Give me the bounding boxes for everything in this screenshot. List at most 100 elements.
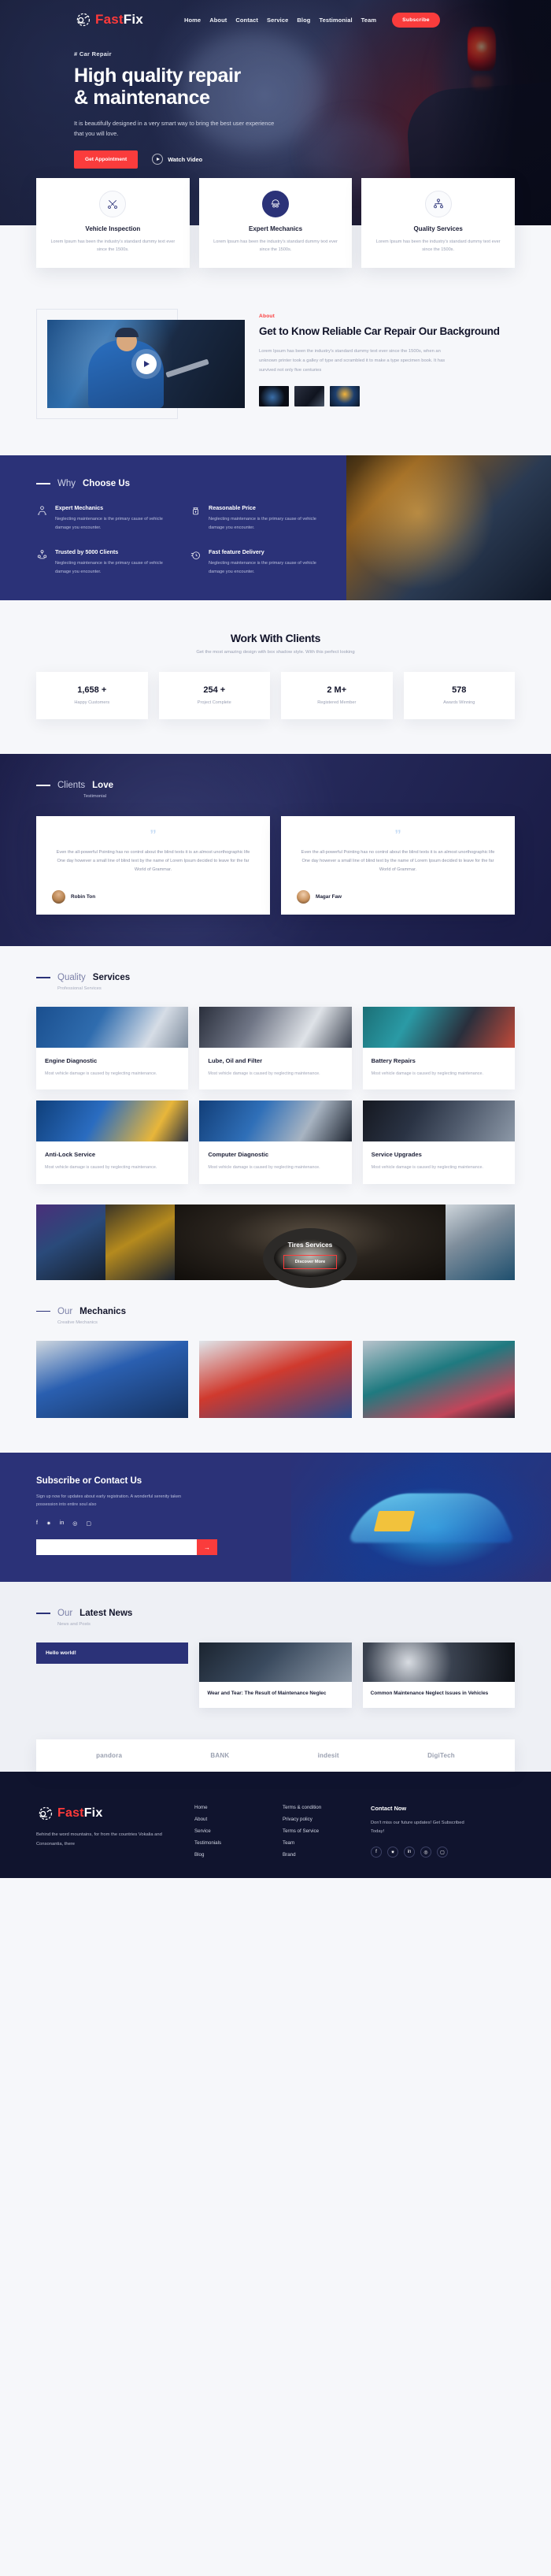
news-image xyxy=(362,1642,515,1683)
footer-link-blog[interactable]: Blog xyxy=(194,1852,262,1858)
feature-title: Expert Mechanics xyxy=(248,225,303,232)
linkedin-icon[interactable]: in xyxy=(404,1847,415,1858)
service-title: Engine Diagnostic xyxy=(45,1057,98,1065)
footer-links-primary: Home About Service Testimonials Blog xyxy=(194,1805,262,1858)
dashboard-accent-decor xyxy=(373,1510,416,1531)
service-image xyxy=(362,1101,515,1142)
footer-link-privacy-policy[interactable]: Privacy policy xyxy=(283,1817,350,1822)
service-card-lube-oil-filter[interactable]: Lube, Oil and Filter Most vehicle damage… xyxy=(199,1007,352,1090)
service-card-engine-diagnostic[interactable]: Engine Diagnostic Most vehicle damage is… xyxy=(36,1007,189,1090)
mechanic-helmet-icon xyxy=(262,191,289,217)
nav-item-service[interactable]: Service xyxy=(267,17,288,24)
play-icon[interactable] xyxy=(135,354,157,375)
service-card-battery-repairs[interactable]: Battery Repairs Most vehicle damage is c… xyxy=(362,1007,515,1090)
hello-world-card[interactable]: Hello world! xyxy=(36,1642,189,1665)
wrench-shape xyxy=(165,358,209,378)
mechanic-photo[interactable] xyxy=(36,1340,189,1418)
facebook-icon[interactable]: f xyxy=(36,1520,38,1527)
service-card-anti-lock-service[interactable]: Anti-Lock Service Most vehicle damage is… xyxy=(36,1101,189,1184)
service-card-service-upgrades[interactable]: Service Upgrades Most vehicle damage is … xyxy=(362,1101,515,1184)
footer-link-team[interactable]: Team xyxy=(283,1840,350,1846)
feature-card-vehicle-inspection[interactable]: Vehicle Inspection Lorem Ipsum has been … xyxy=(36,178,190,269)
hero-title: High quality repair & maintenance xyxy=(74,65,334,109)
label-bold: Choose Us xyxy=(83,479,131,489)
label-dash-icon xyxy=(36,1310,50,1312)
section-label: Quality Services xyxy=(36,973,515,982)
email-field[interactable] xyxy=(36,1539,197,1556)
subscribe-form: → xyxy=(36,1539,217,1556)
section-label: Our Mechanics xyxy=(36,1307,515,1316)
stat-card-awards-winning: 578 Awards Winning xyxy=(403,671,515,719)
discover-more-button[interactable]: Discover More xyxy=(283,1254,338,1269)
news-card-common-maintenance[interactable]: Common Maintenance Neglect Issues in Veh… xyxy=(362,1642,515,1709)
footer-link-about[interactable]: About xyxy=(194,1817,262,1822)
instagram-icon[interactable]: ▢ xyxy=(86,1520,91,1527)
twitter-icon[interactable]: ✷ xyxy=(387,1847,398,1858)
testimonial-card: ” Even the all-powerful Pointing has no … xyxy=(281,815,515,915)
about-video-thumbnail[interactable] xyxy=(47,320,245,409)
nav-item-testimonial[interactable]: Testimonial xyxy=(319,17,352,24)
footer-link-home[interactable]: Home xyxy=(194,1805,262,1810)
nav-item-blog[interactable]: Blog xyxy=(297,17,310,24)
label-light: Why xyxy=(57,479,76,489)
mechanics-section: Our Mechanics Creative Mechanics xyxy=(0,1279,551,1453)
service-card-computer-diagnostic[interactable]: Computer Diagnostic Most vehicle damage … xyxy=(199,1101,352,1184)
footer-link-brand[interactable]: Brand xyxy=(283,1852,350,1858)
news-title: Common Maintenance Neglect Issues in Veh… xyxy=(370,1691,489,1697)
label-bold: Services xyxy=(92,973,131,983)
watch-video-button[interactable]: Watch Video xyxy=(152,154,202,165)
footer-link-terms-condition[interactable]: Terms & condition xyxy=(283,1805,350,1810)
feature-card-quality-services[interactable]: Quality Services Lorem Ipsum has been th… xyxy=(361,178,516,269)
feature-title: Vehicle Inspection xyxy=(85,225,141,232)
service-image xyxy=(199,1007,352,1049)
why-item-fast-delivery: Fast feature Delivery Neglecting mainten… xyxy=(190,548,331,577)
news-card-wear-and-tear[interactable]: Wear and Tear: The Result of Maintenance… xyxy=(199,1642,352,1709)
nav-item-about[interactable]: About xyxy=(209,17,227,24)
brand-logo-bank: BANK xyxy=(210,1752,230,1760)
mechanic-photo[interactable] xyxy=(362,1340,515,1418)
footer-link-testimonials[interactable]: Testimonials xyxy=(194,1840,262,1846)
why-item-desc: Neglecting maintenance is the primary ca… xyxy=(55,517,163,531)
brand-logo-digitech: DigiTech xyxy=(427,1752,455,1760)
subscribe-button[interactable]: Subscribe xyxy=(392,12,440,28)
mechanics-subheading: Creative Mechanics xyxy=(57,1320,98,1325)
linkedin-icon[interactable]: in xyxy=(60,1520,64,1527)
footer-contact-column: Contact Now Don't miss our future update… xyxy=(371,1805,515,1858)
speedometer-thumb[interactable] xyxy=(259,385,289,406)
nav-item-contact[interactable]: Contact xyxy=(235,17,258,24)
avatar xyxy=(297,890,310,904)
about-section: About Get to Know Reliable Car Repair Ou… xyxy=(0,268,551,456)
gear-car-icon xyxy=(74,11,91,28)
service-desc: Most vehicle damage is caused by neglect… xyxy=(208,1165,320,1171)
brand-logo[interactable]: FastFix xyxy=(74,11,143,28)
car-interior-thumb[interactable] xyxy=(294,385,324,406)
testimonials-section: Clients Love Testimonial ” Even the all-… xyxy=(0,754,551,946)
send-arrow-icon[interactable]: → xyxy=(197,1539,217,1556)
instagram-icon[interactable]: ▢ xyxy=(437,1847,448,1858)
why-choose-photo xyxy=(346,455,551,600)
stat-label: Awards Winning xyxy=(443,700,475,705)
mechanic-photo[interactable] xyxy=(199,1340,352,1418)
gallery-image xyxy=(446,1204,515,1280)
engine-bay-thumb[interactable] xyxy=(330,385,360,406)
footer-link-terms-of-service[interactable]: Terms of Service xyxy=(283,1828,350,1834)
nav-item-home[interactable]: Home xyxy=(184,17,201,24)
feature-card-expert-mechanics[interactable]: Expert Mechanics Lorem Ipsum has been th… xyxy=(198,178,353,269)
brand-name: FastFix xyxy=(95,12,143,27)
service-title: Anti-Lock Service xyxy=(45,1151,96,1159)
twitter-icon[interactable]: ✷ xyxy=(46,1520,51,1527)
footer-link-service[interactable]: Service xyxy=(194,1828,262,1834)
dribbble-icon[interactable]: ◎ xyxy=(420,1847,431,1858)
footer-logo[interactable]: FastFix xyxy=(36,1805,174,1822)
feature-cards: Vehicle Inspection Lorem Ipsum has been … xyxy=(0,178,551,269)
dribbble-icon[interactable]: ◎ xyxy=(72,1520,77,1527)
nav-item-team[interactable]: Team xyxy=(361,17,376,24)
service-desc: Most vehicle damage is caused by neglect… xyxy=(45,1165,157,1171)
label-dash-icon xyxy=(36,483,50,484)
label-bold: Mechanics xyxy=(80,1306,126,1316)
label-dash-icon xyxy=(36,977,50,978)
service-title: Computer Diagnostic xyxy=(208,1151,269,1159)
why-item-expert-mechanics: Expert Mechanics Neglecting maintenance … xyxy=(36,504,177,533)
get-appointment-button[interactable]: Get Appointment xyxy=(74,150,139,169)
facebook-icon[interactable]: f xyxy=(371,1847,382,1858)
